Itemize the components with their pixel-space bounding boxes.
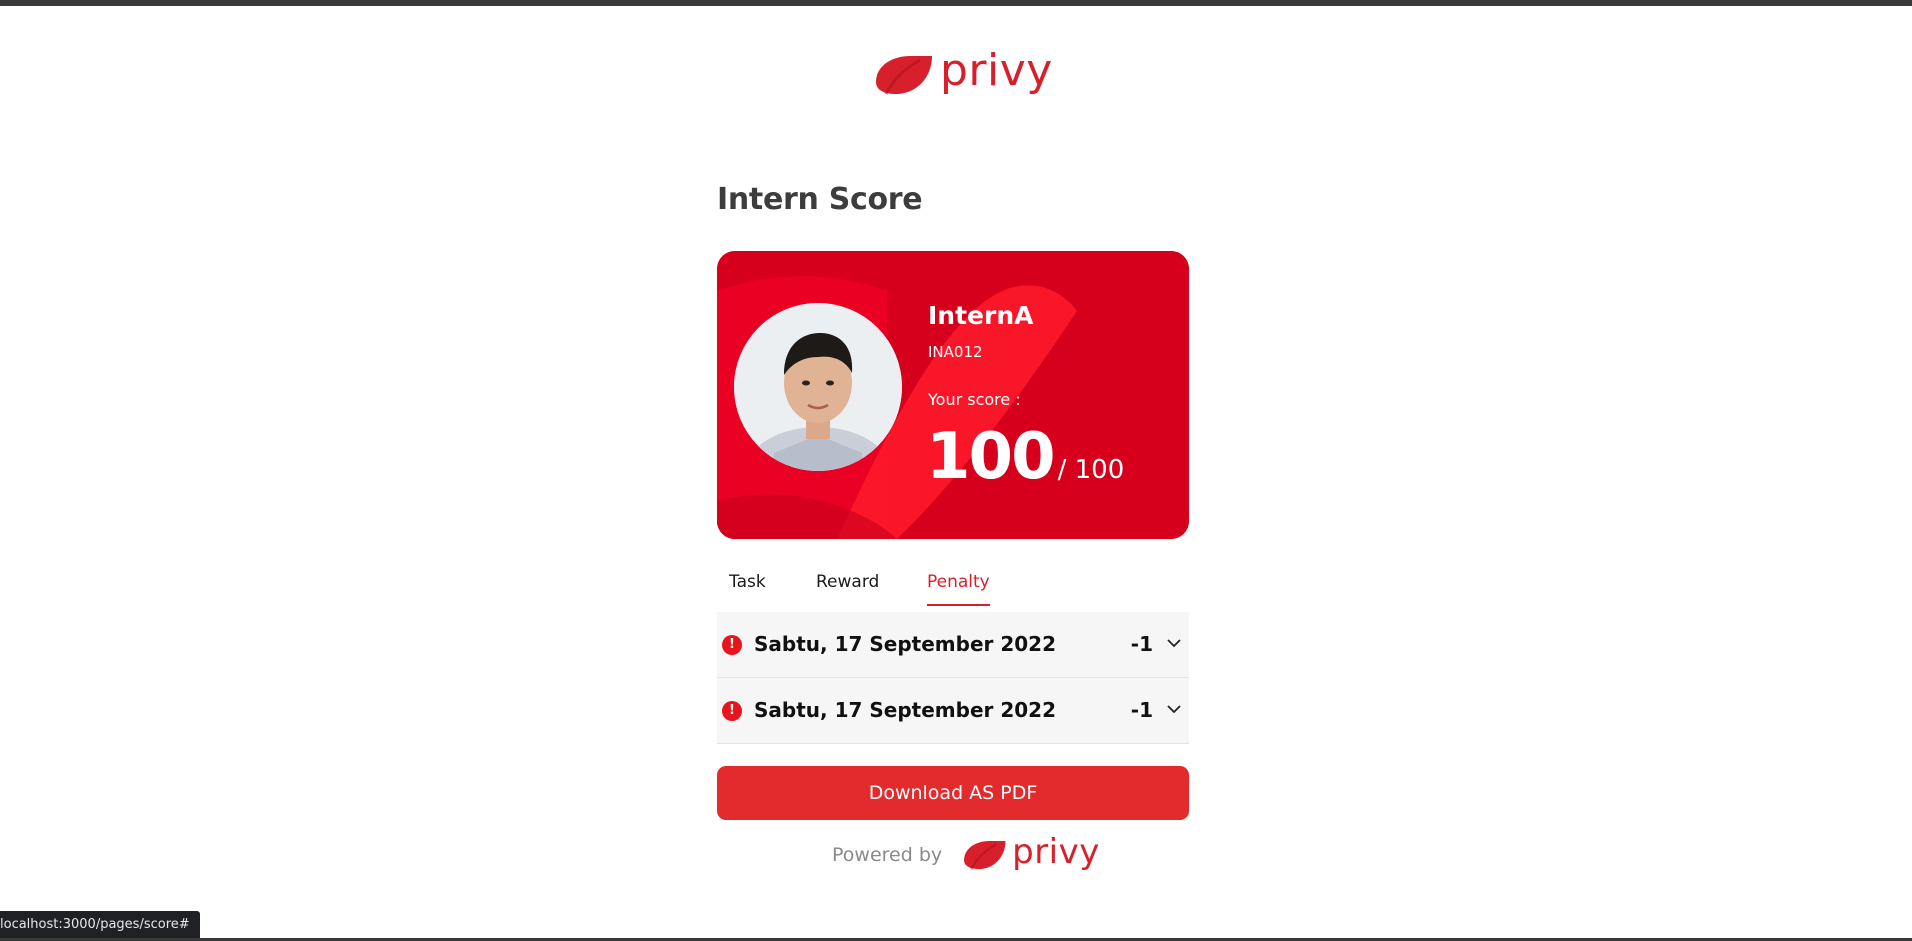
privy-logo-icon [876,56,932,95]
privy-logo-icon [964,840,1006,870]
penalty-date: Sabtu, 17 September 2022 [754,698,1056,722]
chevron-down-icon[interactable] [1165,634,1183,652]
tab-bar: Task Reward Penalty [717,562,1189,613]
alert-icon: ! [722,701,742,721]
chevron-down-icon[interactable] [1165,700,1183,718]
intern-id: INA012 [928,343,983,361]
score-value: 100 [926,420,1056,494]
intern-name: InternA [928,301,1034,330]
powered-by-text: Powered by [832,844,943,866]
score-display: 100 / 100 [926,420,1124,494]
avatar [734,303,902,471]
avatar-photo [734,303,902,471]
tab-penalty[interactable]: Penalty [927,572,990,606]
penalty-date: Sabtu, 17 September 2022 [754,632,1056,656]
browser-top-bar [0,0,1912,6]
penalty-row[interactable]: ! Sabtu, 17 September 2022 -1 [717,678,1189,744]
powered-by: Powered by privy [832,832,1100,872]
tab-task[interactable]: Task [729,572,766,604]
header-logo: privy [872,45,1053,100]
alert-icon: ! [722,635,742,655]
score-max: / 100 [1057,455,1125,485]
penalty-points: -1 [1130,698,1153,722]
logo-text: privy [940,45,1053,96]
download-pdf-button[interactable]: Download AS PDF [717,766,1189,820]
score-label: Your score : [928,390,1021,409]
page-title: Intern Score [717,182,923,217]
tab-reward[interactable]: Reward [816,572,879,604]
status-bar-url: localhost:3000/pages/score# [0,911,200,938]
penalty-row[interactable]: ! Sabtu, 17 September 2022 -1 [717,612,1189,678]
penalty-list: ! Sabtu, 17 September 2022 -1 ! Sabtu, 1… [717,612,1189,744]
footer-logo-text: privy [1012,832,1100,872]
penalty-points: -1 [1130,632,1153,656]
